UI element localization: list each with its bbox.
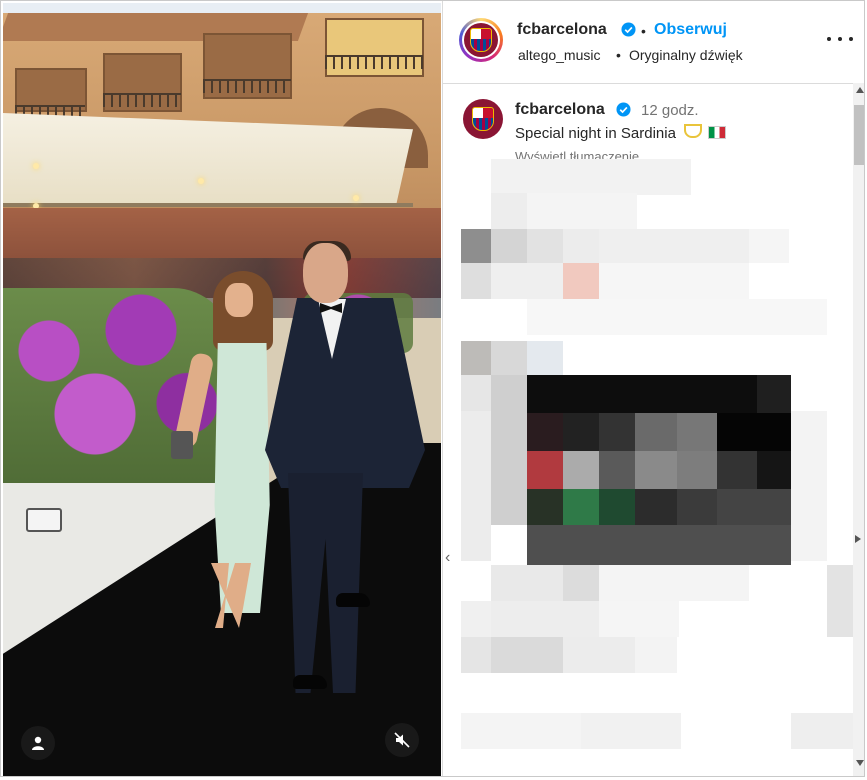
post-timestamp[interactable]: 12 godz. <box>641 102 699 119</box>
scroll-left-arrow-icon[interactable]: ‹ <box>445 549 450 567</box>
awning-frame <box>3 203 413 207</box>
verified-badge-icon <box>616 102 631 117</box>
balcony-railing <box>203 79 291 93</box>
verified-badge-icon <box>621 22 636 37</box>
comments-scrollbar[interactable] <box>853 83 864 776</box>
scrollbar-thumb[interactable] <box>854 105 864 165</box>
audio-author[interactable]: altego_music <box>518 47 601 63</box>
scroll-right-arrow-icon[interactable] <box>855 535 861 543</box>
balcony-railing <box>325 55 423 69</box>
man-head <box>303 243 348 303</box>
fc-barcelona-crest-icon <box>464 23 498 57</box>
post-header: fcbarcelona • Obserwuj altego_music • Or… <box>443 1 864 84</box>
italy-flag-emoji <box>708 126 727 139</box>
balcony-railing <box>103 93 181 107</box>
audio-muted-icon <box>394 732 410 748</box>
post-caption: Special night in Sardinia <box>515 124 727 142</box>
see-translation-link[interactable]: Wyświetl tłumaczenie <box>515 147 639 159</box>
fc-barcelona-crest-icon <box>463 99 503 139</box>
more-options-icon <box>827 37 831 41</box>
user-tag-button[interactable] <box>21 726 55 760</box>
hanging-lamp <box>33 163 39 169</box>
caption-username[interactable]: fcbarcelona <box>515 101 605 119</box>
hanging-lamp <box>198 178 204 184</box>
clutch-bag <box>171 431 193 459</box>
scroll-down-arrow-icon[interactable] <box>856 760 864 766</box>
author-username[interactable]: fcbarcelona <box>517 21 607 39</box>
follow-button[interactable]: Obserwuj <box>654 21 727 39</box>
mute-toggle-button[interactable] <box>385 723 419 757</box>
woman-face <box>225 283 253 317</box>
hanging-lamp <box>353 195 359 201</box>
shoe <box>293 675 327 689</box>
shoe <box>336 593 370 607</box>
floor-light <box>26 508 62 532</box>
post-sidebar: fcbarcelona • Obserwuj altego_music • Or… <box>442 1 864 776</box>
caption-text: Special night in Sardinia <box>515 125 676 142</box>
caption-author-avatar[interactable] <box>461 97 505 141</box>
separator-dot: • <box>616 47 621 63</box>
heart-hands-emoji <box>684 124 703 138</box>
separator-dot: • <box>641 23 646 39</box>
post-video[interactable] <box>3 3 441 776</box>
user-tag-icon <box>32 736 44 750</box>
audio-title[interactable]: Oryginalny dźwięk <box>629 47 743 63</box>
scroll-up-arrow-icon[interactable] <box>856 87 864 93</box>
author-avatar[interactable] <box>459 18 503 62</box>
instagram-post-window: fcbarcelona • Obserwuj altego_music • Or… <box>0 0 865 777</box>
more-options-button[interactable] <box>827 29 853 49</box>
